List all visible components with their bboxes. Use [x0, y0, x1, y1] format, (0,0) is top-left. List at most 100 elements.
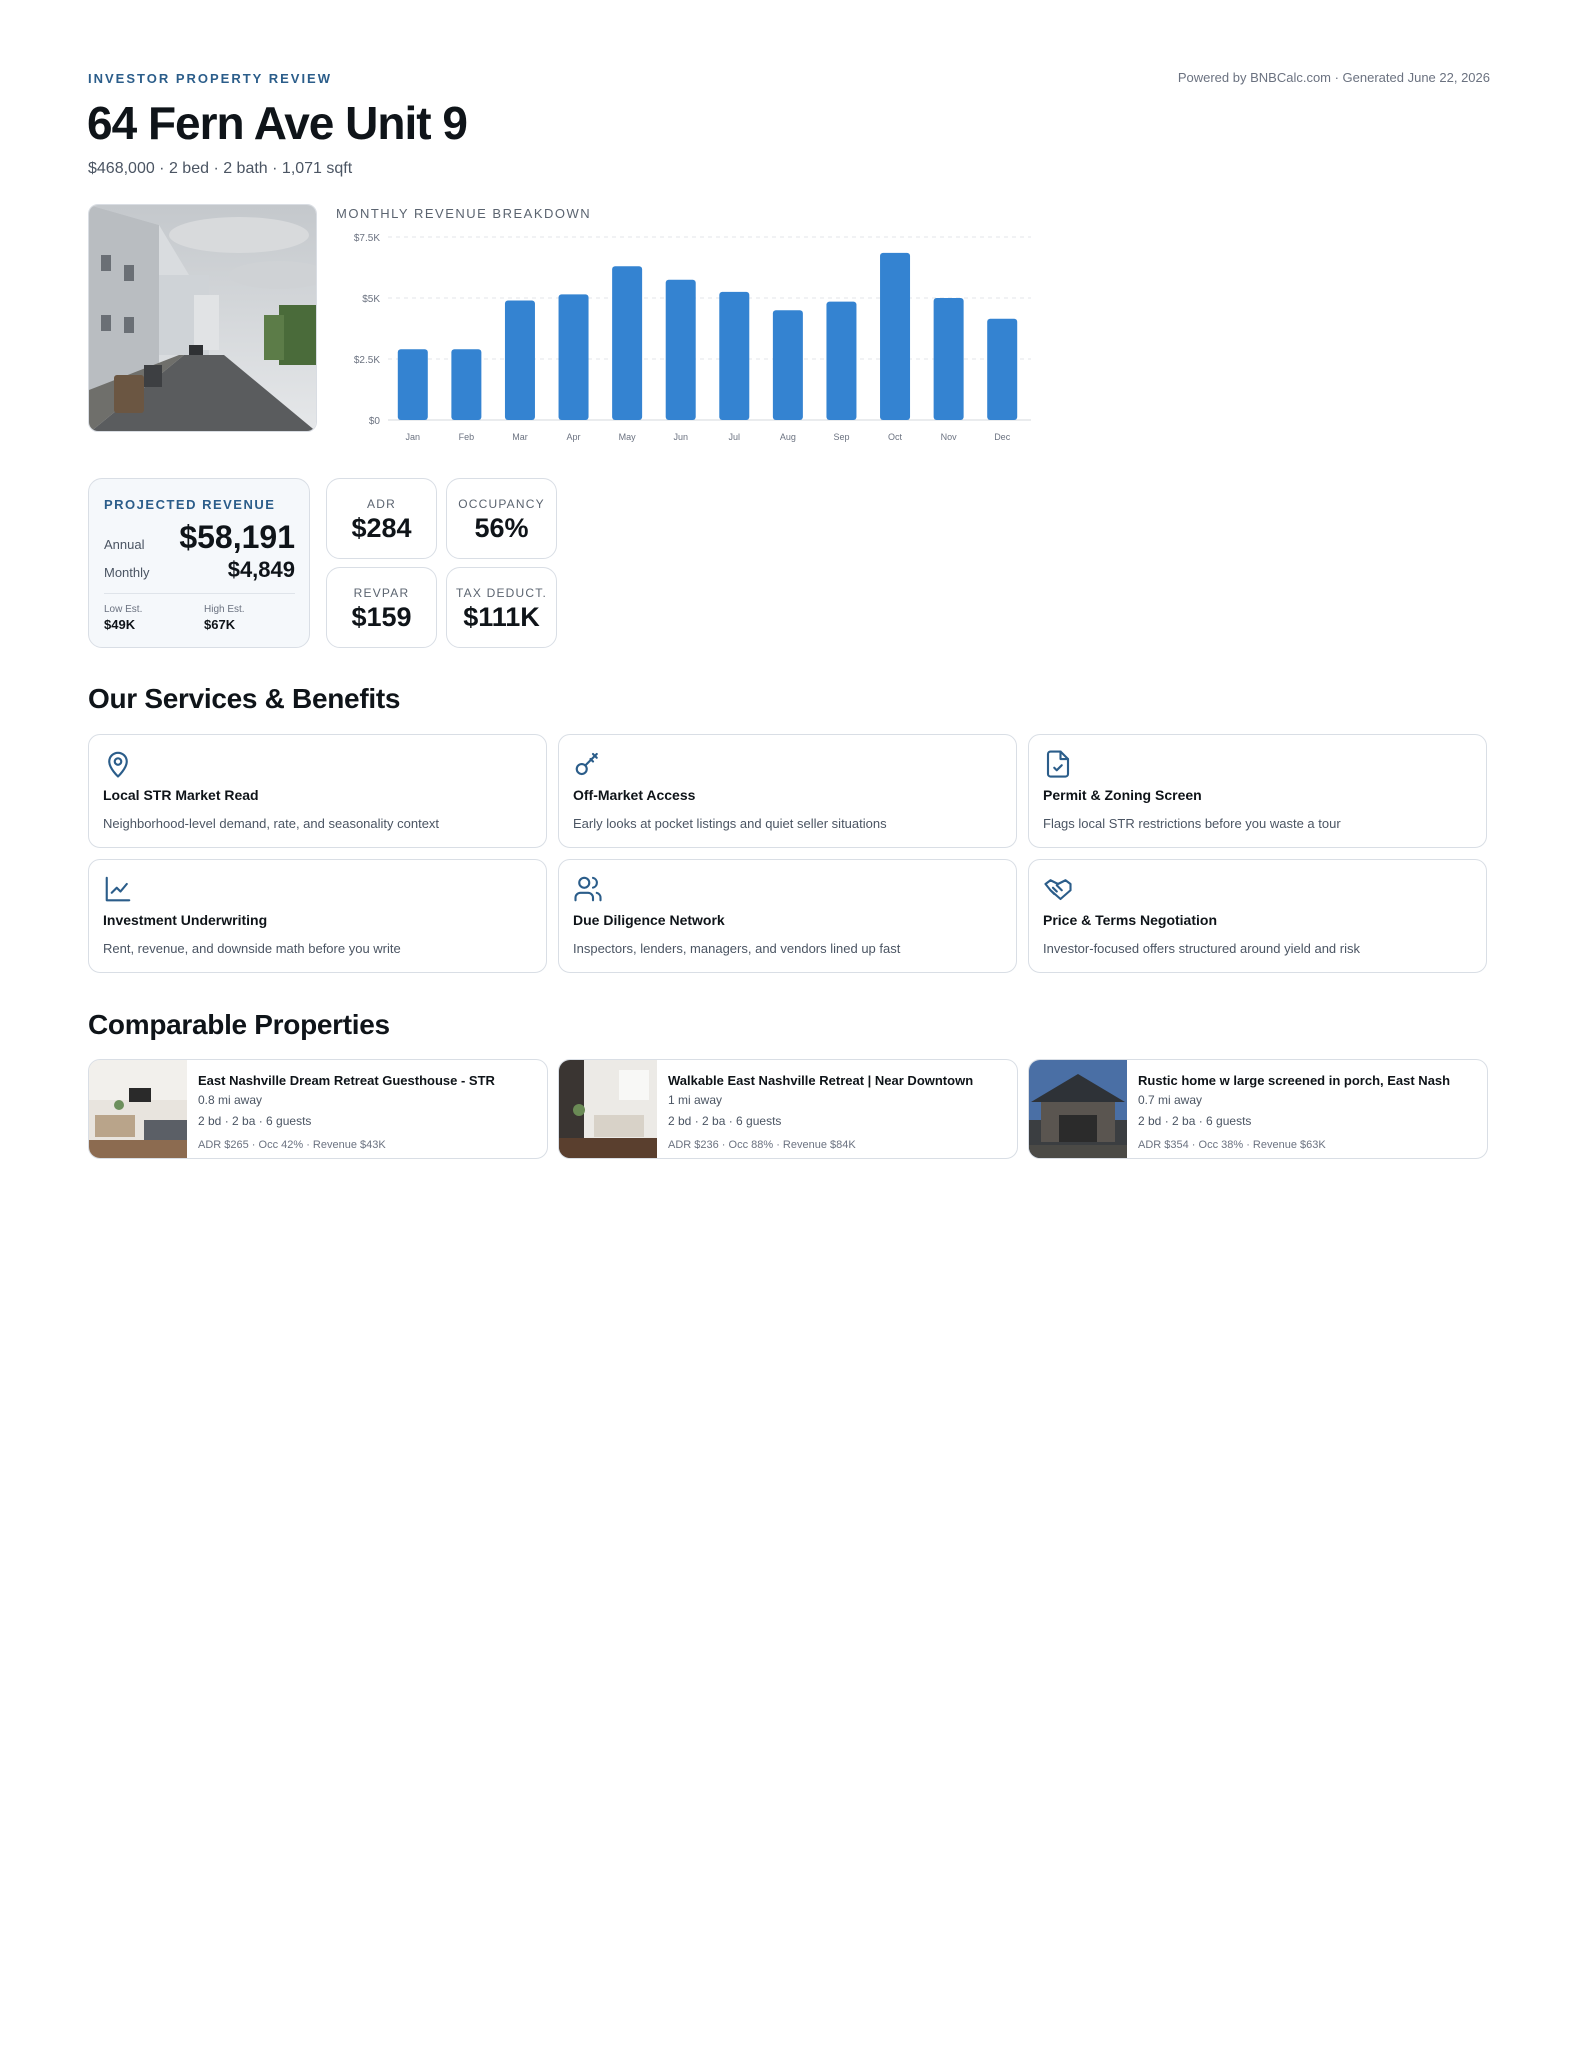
- key-icon: [575, 752, 598, 776]
- comparable-title: East Nashville Dream Retreat Guesthouse …: [198, 1073, 495, 1088]
- service-card-due-diligence: Due Diligence Network Inspectors, lender…: [558, 859, 1017, 973]
- map-pin-icon: [108, 751, 128, 778]
- comparable-distance: 0.8 mi away: [198, 1093, 263, 1107]
- revpar-value: $159: [351, 602, 412, 632]
- adr-tile: ADR $284: [326, 478, 437, 559]
- monthly-revenue-chart: MONTHLY REVENUE BREAKDOWN $0 $2.5K $5K $7.5…: [336, 204, 1036, 450]
- comparable-stats: ADR $354 · Occ 38% · Revenue $63K: [1138, 1139, 1326, 1151]
- line-chart-icon: [105, 876, 131, 902]
- x-tick-label: Dec: [994, 432, 1011, 442]
- comparable-card[interactable]: Walkable East Nashville Retreat | Near D…: [558, 1059, 1018, 1159]
- service-description: Early looks at pocket listings and quiet…: [573, 816, 887, 831]
- x-tick-label: Jun: [673, 432, 688, 442]
- projected-revenue-card: PROJECTED REVENUE Annual $58,191 Monthly…: [88, 478, 310, 648]
- service-title: Due Diligence Network: [573, 912, 725, 928]
- service-card-off-market: Off-Market Access Early looks at pocket …: [558, 734, 1017, 848]
- comparable-distance: 1 mi away: [668, 1093, 723, 1107]
- property-summary: $468,000 · 2 bed · 2 bath · 1,071 sqft: [88, 160, 353, 177]
- services-heading: Our Services & Benefits: [88, 683, 401, 714]
- comparable-photo: [1029, 1060, 1127, 1158]
- high-estimate-label: High Est.: [204, 604, 245, 615]
- y-tick-label: $7.5K: [354, 233, 380, 244]
- revenue-bar: [397, 349, 428, 420]
- service-description: Inspectors, lenders, managers, and vendo…: [573, 941, 901, 956]
- revenue-bar: [558, 294, 589, 420]
- x-tick-label: Mar: [512, 432, 528, 442]
- occupancy-value: 56%: [474, 513, 529, 543]
- y-tick-label: $2.5K: [354, 355, 380, 366]
- comparable-specs: 2 bd · 2 ba · 6 guests: [1138, 1114, 1252, 1128]
- service-card-market-read: Local STR Market Read Neighborhood-level…: [88, 734, 547, 848]
- x-tick-label: Apr: [567, 432, 581, 442]
- chart-title: MONTHLY REVENUE BREAKDOWN: [336, 206, 592, 221]
- adr-value: $284: [351, 513, 412, 543]
- monthly-value: $4,849: [227, 557, 295, 582]
- revenue-bar: [987, 318, 1018, 420]
- comparable-distance: 0.7 mi away: [1138, 1093, 1203, 1107]
- comparable-card[interactable]: Rustic home w large screened in porch, E…: [1028, 1059, 1488, 1159]
- service-description: Neighborhood-level demand, rate, and sea…: [103, 816, 440, 831]
- adr-label: ADR: [367, 497, 396, 511]
- revenue-bar: [612, 266, 643, 420]
- property-photo: [88, 204, 317, 432]
- occupancy-label: OCCUPANCY: [458, 497, 545, 511]
- annual-value: $58,191: [179, 519, 295, 555]
- revenue-bar: [826, 301, 857, 420]
- x-tick-label: Nov: [941, 432, 958, 442]
- service-title: Permit & Zoning Screen: [1043, 787, 1202, 803]
- comparable-photo: [89, 1060, 187, 1158]
- revenue-bar: [880, 252, 911, 420]
- handshake-icon: [1044, 879, 1072, 901]
- service-title: Investment Underwriting: [103, 912, 268, 928]
- annual-label: Annual: [104, 537, 145, 552]
- service-description: Rent, revenue, and downside math before …: [103, 941, 401, 956]
- service-card-negotiation: Price & Terms Negotiation Investor-focus…: [1028, 859, 1487, 973]
- low-estimate-label: Low Est.: [104, 604, 143, 615]
- service-card-permit-zoning: Permit & Zoning Screen Flags local STR r…: [1028, 734, 1487, 848]
- comparable-specs: 2 bd · 2 ba · 6 guests: [198, 1114, 312, 1128]
- tax-deduction-label: TAX DEDUCT.: [456, 586, 547, 600]
- revenue-bar: [719, 291, 750, 420]
- y-tick-label: $5K: [362, 294, 380, 305]
- tax-deduction-tile: TAX DEDUCT. $111K: [446, 567, 557, 648]
- revenue-divider: [104, 593, 295, 594]
- revpar-label: REVPAR: [353, 586, 410, 600]
- comparable-title: Walkable East Nashville Retreat | Near D…: [668, 1073, 974, 1088]
- property-title: 64 Fern Ave Unit 9: [87, 97, 468, 149]
- service-title: Price & Terms Negotiation: [1043, 912, 1218, 928]
- report-eyebrow: INVESTOR PROPERTY REVIEW: [88, 71, 333, 86]
- service-title: Off-Market Access: [573, 787, 696, 803]
- y-tick-label: $0: [369, 416, 381, 427]
- comparable-card[interactable]: East Nashville Dream Retreat Guesthouse …: [88, 1059, 548, 1159]
- service-description: Investor-focused offers structured aroun…: [1043, 941, 1360, 956]
- chart-canvas: $0 $2.5K $5K $7.5K Jan Feb Mar Apr May Jun Jul Aug S…: [354, 233, 1031, 442]
- comparable-specs: 2 bd · 2 ba · 6 guests: [668, 1114, 782, 1128]
- revenue-bar: [665, 279, 696, 420]
- revenue-bar: [772, 310, 803, 420]
- comparable-photo: [559, 1060, 657, 1158]
- powered-by-text: Powered by BNBCalc.com · Generated June …: [1177, 70, 1490, 85]
- low-estimate-value: $49K: [104, 617, 136, 632]
- revenue-bar: [451, 349, 482, 420]
- x-tick-label: Oct: [888, 432, 903, 442]
- service-title: Local STR Market Read: [103, 787, 259, 803]
- x-tick-label: Feb: [459, 432, 475, 442]
- occupancy-tile: OCCUPANCY 56%: [446, 478, 557, 559]
- users-icon: [574, 876, 602, 902]
- comparable-stats: ADR $236 · Occ 88% · Revenue $84K: [668, 1139, 856, 1151]
- revpar-tile: REVPAR $159: [326, 567, 437, 648]
- x-tick-label: Aug: [780, 432, 796, 442]
- comparables-heading: Comparable Properties: [88, 1009, 390, 1040]
- service-card-underwriting: Investment Underwriting Rent, revenue, a…: [88, 859, 547, 973]
- document-check-icon: [1046, 750, 1070, 778]
- comparable-title: Rustic home w large screened in porch, E…: [1138, 1073, 1451, 1088]
- tax-deduction-value: $111K: [463, 602, 540, 632]
- revenue-bar: [504, 300, 535, 420]
- x-tick-label: Jul: [729, 432, 741, 442]
- comparable-stats: ADR $265 · Occ 42% · Revenue $43K: [198, 1139, 386, 1151]
- x-tick-label: Sep: [833, 432, 849, 442]
- service-description: Flags local STR restrictions before you …: [1043, 816, 1341, 831]
- x-tick-label: May: [619, 432, 637, 442]
- monthly-label: Monthly: [104, 565, 150, 580]
- x-tick-label: Jan: [406, 432, 421, 442]
